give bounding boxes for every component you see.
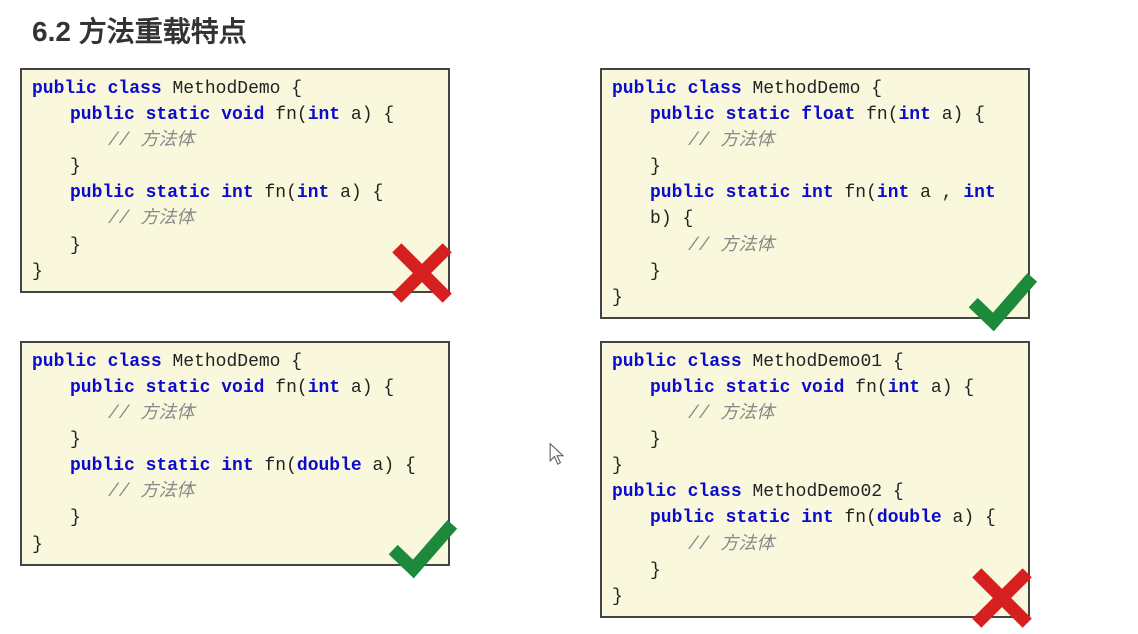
comment-text: // 方法体 (688, 131, 774, 151)
comment-text: // 方法体 (108, 131, 194, 151)
cross-icon (386, 237, 458, 309)
comment-text: // 方法体 (688, 404, 774, 424)
comment-text: // 方法体 (688, 535, 774, 555)
section-heading: 6.2 方法重载特点 (32, 10, 1118, 50)
code-example-1: public class MethodDemo { public static … (20, 68, 450, 293)
comment-text: // 方法体 (108, 209, 194, 229)
comment-text: // 方法体 (688, 236, 774, 256)
comment-text: // 方法体 (108, 482, 194, 502)
cross-icon (966, 562, 1038, 634)
code-example-3: public class MethodDemo { public static … (20, 341, 450, 566)
check-icon (966, 263, 1038, 335)
comment-text: // 方法体 (108, 404, 194, 424)
check-icon (386, 510, 458, 582)
code-example-2: public class MethodDemo { public static … (600, 68, 1030, 319)
code-example-4: public class MethodDemo01 { public stati… (600, 341, 1030, 618)
